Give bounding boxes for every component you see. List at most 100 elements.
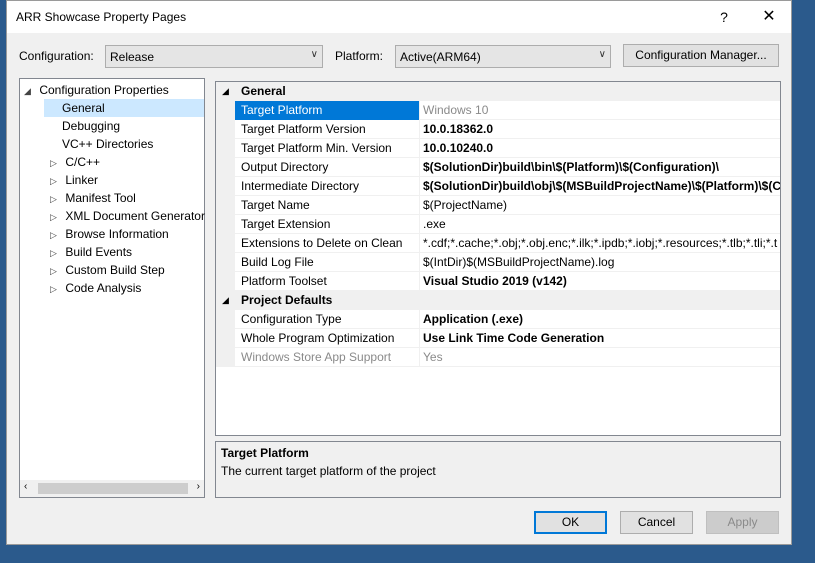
configuration-manager-button[interactable]: Configuration Manager... <box>623 44 779 67</box>
property-name: Target Name <box>241 198 310 212</box>
tree-item-label: Manifest Tool <box>65 191 136 205</box>
property-name: Target Platform Min. Version <box>241 141 392 155</box>
property-value[interactable]: *.cdf;*.cache;*.obj;*.obj.enc;*.ilk;*.ip… <box>419 234 780 253</box>
property-name: Extensions to Delete on Clean <box>241 236 403 250</box>
expanded-triangle-icon[interactable]: ◢ <box>222 82 229 101</box>
chevron-down-icon: ∨ <box>598 49 606 60</box>
category-label: General <box>241 84 286 98</box>
platform-combo[interactable]: Active(ARM64) ∨ <box>395 45 611 68</box>
tree-item-code-analysis[interactable]: ▷ Code Analysis <box>50 279 141 297</box>
property-value[interactable]: 10.0.10240.0 <box>419 139 780 158</box>
tree-item-custom-build-step[interactable]: ▷ Custom Build Step <box>50 261 165 279</box>
property-value[interactable]: $(SolutionDir)build\obj\$(MSBuildProject… <box>419 177 780 196</box>
close-button[interactable]: ✕ <box>759 7 779 27</box>
tree-item-vc-directories[interactable]: VC++ Directories <box>62 135 153 153</box>
property-name: Build Log File <box>241 255 314 269</box>
property-name: Intermediate Directory <box>241 179 360 193</box>
property-row[interactable]: Target Name $(ProjectName) <box>216 196 780 215</box>
property-value[interactable]: .exe <box>419 215 780 234</box>
tree-item-label: XML Document Generator <box>65 209 205 223</box>
collapsed-triangle-icon[interactable]: ▷ <box>50 262 62 280</box>
tree-item-debugging[interactable]: Debugging <box>62 117 120 135</box>
tree-item-label: Code Analysis <box>65 281 142 295</box>
property-pages-dialog: ARR Showcase Property Pages ? ✕ Configur… <box>6 0 792 545</box>
property-value[interactable]: Application (.exe) <box>419 310 780 329</box>
tree-item-label: Build Events <box>65 245 133 259</box>
apply-button[interactable]: Apply <box>706 511 779 534</box>
category-label: Project Defaults <box>241 293 333 307</box>
tree-item-c-cpp[interactable]: ▷ C/C++ <box>50 153 100 171</box>
property-name: Target Platform <box>235 101 419 120</box>
property-row[interactable]: Configuration Type Application (.exe) <box>216 310 780 329</box>
tree-item-manifest-tool[interactable]: ▷ Manifest Tool <box>50 189 136 207</box>
tree-item-build-events[interactable]: ▷ Build Events <box>50 243 132 261</box>
property-value[interactable]: Use Link Time Code Generation <box>419 329 780 348</box>
property-name: Windows Store App Support <box>241 350 392 364</box>
property-value[interactable]: 10.0.18362.0 <box>419 120 780 139</box>
property-row[interactable]: Build Log File $(IntDir)$(MSBuildProject… <box>216 253 780 272</box>
property-name: Target Platform Version <box>241 122 366 136</box>
tree-item-label: VC++ Directories <box>62 137 154 151</box>
collapsed-triangle-icon[interactable]: ▷ <box>50 208 62 226</box>
property-value[interactable]: Visual Studio 2019 (v142) <box>419 272 780 291</box>
property-row[interactable]: Target Platform Windows 10 <box>216 101 780 120</box>
description-panel: Target Platform The current target platf… <box>215 441 781 498</box>
property-value[interactable]: $(IntDir)$(MSBuildProjectName).log <box>419 253 780 272</box>
property-value[interactable]: Yes <box>419 348 780 367</box>
property-name: Platform Toolset <box>241 274 327 288</box>
tree-root[interactable]: ◢ Configuration Properties <box>24 81 169 99</box>
property-row[interactable]: Extensions to Delete on Clean *.cdf;*.ca… <box>216 234 780 253</box>
property-name: Output Directory <box>241 160 329 174</box>
platform-label: Platform: <box>335 49 384 63</box>
property-row[interactable]: Target Platform Min. Version 10.0.10240.… <box>216 139 780 158</box>
scroll-right-icon[interactable]: › <box>197 481 200 492</box>
property-row[interactable]: Whole Program Optimization Use Link Time… <box>216 329 780 348</box>
property-row[interactable]: Intermediate Directory $(SolutionDir)bui… <box>216 177 780 196</box>
expanded-triangle-icon[interactable]: ◢ <box>222 291 229 310</box>
property-grid[interactable]: ◢ General Target Platform Windows 10 Tar… <box>215 81 781 436</box>
property-row[interactable]: Target Extension .exe <box>216 215 780 234</box>
category-general[interactable]: ◢ General <box>216 82 780 101</box>
collapsed-triangle-icon[interactable]: ▷ <box>50 154 62 172</box>
category-project-defaults[interactable]: ◢ Project Defaults <box>216 291 780 310</box>
configuration-value: Release <box>110 50 155 64</box>
property-row[interactable]: Output Directory $(SolutionDir)build\bin… <box>216 158 780 177</box>
collapsed-triangle-icon[interactable]: ▷ <box>50 244 62 262</box>
configuration-combo[interactable]: Release ∨ <box>105 45 323 68</box>
property-name: Target Extension <box>241 217 331 231</box>
property-row[interactable]: Windows Store App Support Yes <box>216 348 780 367</box>
platform-value: Active(ARM64) <box>400 50 481 64</box>
tree-item-browse-information[interactable]: ▷ Browse Information <box>50 225 169 243</box>
property-name: Configuration Type <box>241 312 342 326</box>
scroll-left-icon[interactable]: ‹ <box>24 481 27 492</box>
expanded-triangle-icon: ◢ <box>24 86 31 96</box>
scrollbar-thumb[interactable] <box>38 483 188 494</box>
property-value[interactable]: $(ProjectName) <box>419 196 780 215</box>
tree-item-linker[interactable]: ▷ Linker <box>50 171 98 189</box>
tree-root-label: Configuration Properties <box>39 83 169 97</box>
property-value[interactable]: Windows 10 <box>419 101 780 120</box>
collapsed-triangle-icon[interactable]: ▷ <box>50 280 62 298</box>
collapsed-triangle-icon[interactable]: ▷ <box>50 190 62 208</box>
tree-item-label: Custom Build Step <box>65 263 165 277</box>
property-value[interactable]: $(SolutionDir)build\bin\$(Platform)\$(Co… <box>419 158 780 177</box>
description-title: Target Platform <box>221 446 309 460</box>
tree-item-xml-document-generator[interactable]: ▷ XML Document Generator <box>50 207 205 225</box>
property-name: Whole Program Optimization <box>241 331 395 345</box>
collapsed-triangle-icon[interactable]: ▷ <box>50 226 62 244</box>
property-row[interactable]: Target Platform Version 10.0.18362.0 <box>216 120 780 139</box>
cancel-button[interactable]: Cancel <box>620 511 693 534</box>
property-row[interactable]: Platform Toolset Visual Studio 2019 (v14… <box>216 272 780 291</box>
tree-item-general[interactable]: General <box>44 99 204 117</box>
collapsed-triangle-icon[interactable]: ▷ <box>50 172 62 190</box>
configuration-label: Configuration: <box>19 49 94 63</box>
chevron-down-icon: ∨ <box>310 49 318 60</box>
tree-item-label: C/C++ <box>65 155 101 169</box>
help-button[interactable]: ? <box>714 7 734 27</box>
tree-item-label: Browse Information <box>65 227 169 241</box>
tree-item-label: Linker <box>65 173 99 187</box>
ok-button[interactable]: OK <box>534 511 607 534</box>
tree-item-label: Debugging <box>62 119 121 133</box>
tree-horizontal-scrollbar[interactable]: ‹ › <box>20 480 204 497</box>
property-tree[interactable]: ◢ Configuration Properties General Debug… <box>19 78 205 498</box>
